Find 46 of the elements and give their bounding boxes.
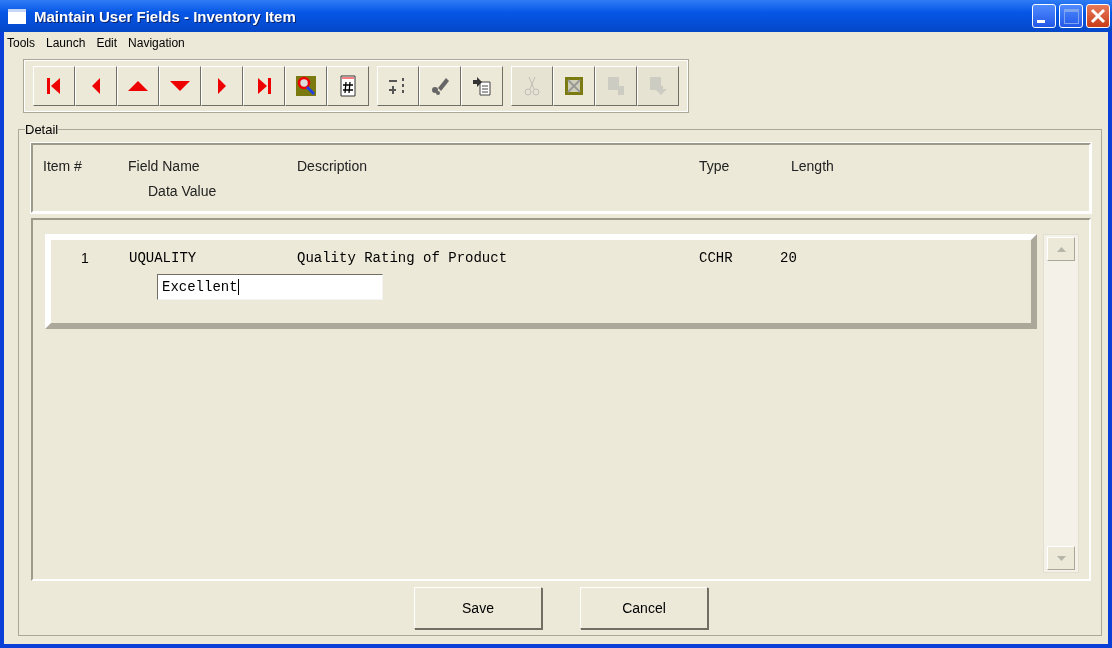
last-record-icon — [256, 77, 272, 95]
toolbar-button[interactable] — [377, 66, 419, 106]
toolbar-button[interactable] — [461, 66, 503, 106]
next-record-icon — [216, 77, 228, 95]
column-header: Description — [297, 158, 368, 174]
group-label: Detail — [25, 122, 59, 137]
data-value-field[interactable]: Excellent — [157, 274, 383, 300]
column-header: Item # — [43, 158, 82, 174]
menu-item[interactable]: Navigation — [128, 36, 185, 50]
maximize-button[interactable] — [1059, 4, 1083, 28]
down-triangle-icon — [169, 80, 191, 92]
delete-box-icon — [564, 76, 584, 96]
first-record-icon — [46, 77, 62, 95]
item-number: 1 — [81, 250, 89, 266]
column-header: Type — [699, 158, 730, 174]
eraser-icon — [430, 76, 450, 96]
up-arrow-icon — [1056, 246, 1066, 252]
length: 20 — [780, 250, 797, 266]
window-icon — [8, 8, 26, 24]
column-header: Data Value — [148, 183, 217, 199]
paste-icon — [472, 76, 492, 96]
column-header: Field Name — [128, 158, 200, 174]
field-name: UQUALITY — [129, 250, 197, 266]
menu-item[interactable]: Tools — [7, 36, 35, 50]
previous-record-icon — [90, 77, 102, 95]
column-header: Length — [791, 158, 834, 174]
type: CCHR — [699, 250, 733, 266]
save-button[interactable]: Save — [414, 587, 542, 629]
description: Quality Rating of Product — [297, 250, 508, 266]
down-arrow-icon — [1056, 555, 1066, 561]
copy-icon — [606, 76, 626, 96]
close-icon — [1089, 7, 1107, 25]
window-title: Maintain User Fields - Inventory Item — [34, 7, 297, 25]
cancel-button[interactable]: Cancel — [580, 587, 708, 629]
scissors-icon — [524, 76, 540, 96]
search-icon — [295, 75, 317, 97]
toolbar-button[interactable] — [285, 66, 327, 106]
toolbar-button[interactable] — [419, 66, 461, 106]
up-triangle-icon — [127, 80, 149, 92]
toolbar-button[interactable] — [327, 66, 369, 106]
close-button[interactable] — [1086, 4, 1110, 28]
copy-down-icon — [648, 76, 668, 96]
hash-document-icon — [339, 75, 357, 97]
minimize-button[interactable] — [1032, 4, 1056, 28]
menu-item[interactable]: Launch — [46, 36, 86, 50]
menu-item[interactable]: Edit — [96, 36, 118, 50]
